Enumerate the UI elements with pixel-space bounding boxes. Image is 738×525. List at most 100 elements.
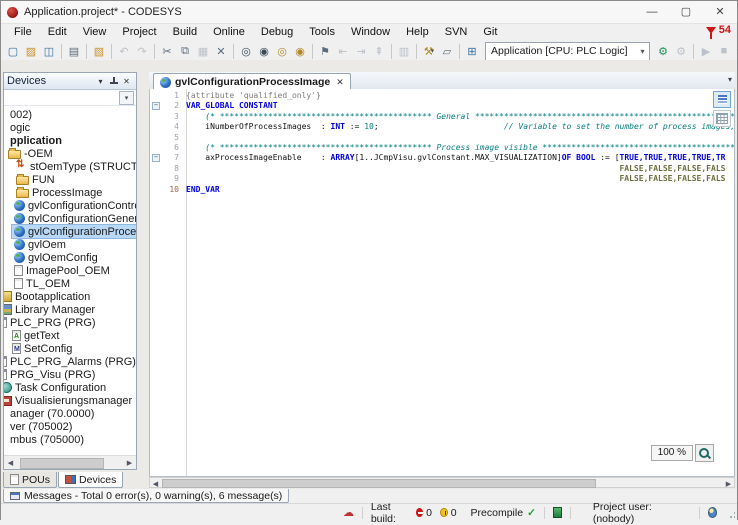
menu-window[interactable]: Window (343, 24, 398, 40)
chevron-down-icon[interactable]: ▾ (431, 47, 435, 55)
menu-file[interactable]: File (6, 24, 40, 40)
menu-view[interactable]: View (75, 24, 115, 40)
tree-item[interactable]: FUN (4, 173, 136, 186)
tree-item[interactable]: TL_OEM (4, 277, 136, 290)
scroll-left-arrow[interactable]: ◀ (5, 457, 16, 468)
copy-icon[interactable]: ⧉ (176, 42, 194, 60)
code-line[interactable]: 10END_VAR (150, 185, 734, 195)
textual-view-button[interactable] (713, 91, 731, 108)
notification-funnel-icon[interactable] (706, 27, 716, 34)
language-globe-icon[interactable] (708, 507, 717, 518)
open-file-icon[interactable]: ▨ (22, 42, 40, 60)
code-line[interactable]: −2VAR_GLOBAL CONSTANT (150, 101, 734, 111)
scroll-right-arrow[interactable]: ▶ (124, 457, 135, 468)
fold-marker-icon[interactable]: − (152, 154, 160, 162)
code-line[interactable]: 5 (150, 133, 734, 143)
notification-count[interactable]: 54 (719, 24, 731, 36)
cloud-icon[interactable]: ☁ (343, 506, 354, 519)
build-icon[interactable]: ⚒▾ (420, 42, 438, 60)
application-selector[interactable]: Application [CPU: PLC Logic]▾ (485, 42, 650, 61)
menu-debug[interactable]: Debug (253, 24, 301, 40)
tree-item[interactable]: MSetConfig (4, 342, 136, 355)
print-icon[interactable]: ▤ (65, 42, 83, 60)
zoom-level[interactable]: 100 % (651, 445, 693, 461)
find-icon[interactable]: ◎ (237, 42, 255, 60)
tree-item[interactable]: ver (705002) (4, 420, 136, 433)
tree-item[interactable]: gvlOem (4, 238, 136, 251)
scrollbar-thumb[interactable] (162, 479, 596, 488)
tree-item[interactable]: PLC_PRG (PRG) (4, 316, 136, 329)
panel-pin-icon[interactable] (107, 75, 120, 88)
tree-item[interactable]: ProcessImage (4, 186, 136, 199)
project-user-label[interactable]: Project user: (nobody) (593, 501, 677, 525)
editor-tab[interactable]: gvlConfigurationProcessImage ✕ (153, 73, 351, 90)
find-in-project-icon[interactable]: ◎ (273, 42, 291, 60)
tab-pous[interactable]: POUs (3, 472, 57, 488)
insert-device-icon[interactable]: ⊞ (463, 42, 481, 60)
tree-item[interactable]: gvlConfigurationProcessImage (4, 225, 136, 238)
menu-online[interactable]: Online (205, 24, 253, 40)
code-line[interactable]: 9 FALSE,FALSE,FALSE,FALS (150, 174, 734, 184)
declaration-editor[interactable]: 1{attribute 'qualified_only'}−2VAR_GLOBA… (149, 89, 735, 477)
code-line[interactable]: 6 (* ***********************************… (150, 143, 734, 153)
code-line[interactable]: 8 FALSE,FALSE,FALSE,FALS (150, 164, 734, 174)
panel-close-icon[interactable]: ✕ (120, 75, 133, 88)
code-line[interactable]: 4 iNumberOfProcessImages : INT := 10; //… (150, 122, 734, 132)
replace-in-project-icon[interactable]: ◉ (291, 42, 309, 60)
login-icon[interactable]: ⚙ (654, 42, 672, 60)
toggle-bookmark-icon[interactable]: ⚑ (316, 42, 334, 60)
resize-grip[interactable] (725, 507, 735, 519)
menu-build[interactable]: Build (165, 24, 205, 40)
close-button[interactable]: ✕ (703, 1, 737, 23)
tree-item[interactable]: PRG_Visu (PRG) (4, 368, 136, 381)
tree-item[interactable]: gvlConfigurationController (4, 199, 136, 212)
code-line[interactable]: 1{attribute 'qualified_only'} (150, 91, 734, 101)
delete-icon[interactable]: ✕ (212, 42, 230, 60)
zoom-button[interactable] (695, 444, 714, 462)
tree-item[interactable]: Bootapplication (4, 290, 136, 303)
tree-item[interactable]: mbus (705000) (4, 433, 136, 446)
save-icon[interactable]: ◫ (40, 42, 58, 60)
minimize-button[interactable]: — (635, 1, 669, 23)
code-line[interactable]: 3 (* ***********************************… (150, 112, 734, 122)
tab-list-dropdown-icon[interactable]: ▾ (728, 75, 732, 84)
online-user-icon[interactable] (553, 507, 562, 518)
new-object-icon[interactable]: ▱ (438, 42, 456, 60)
cut-icon[interactable]: ✂ (158, 42, 176, 60)
tree-item[interactable]: Task Configuration (4, 381, 136, 394)
scroll-right-arrow[interactable]: ▶ (723, 478, 734, 489)
code-line[interactable]: −7 axProcessImageEnable : ARRAY[1..JCmpV… (150, 153, 734, 163)
tree-item[interactable]: anager (70.0000) (4, 407, 136, 420)
menu-edit[interactable]: Edit (40, 24, 75, 40)
menu-git[interactable]: Git (475, 24, 505, 40)
editor-tab-label[interactable]: gvlConfigurationProcessImage (175, 76, 330, 88)
menu-help[interactable]: Help (398, 24, 437, 40)
replace-icon[interactable]: ◉ (255, 42, 273, 60)
maximize-button[interactable]: ▢ (669, 1, 703, 23)
tree-item[interactable]: gvlOemConfig (4, 251, 136, 264)
messages-panel-tab[interactable]: Messages - Total 0 error(s), 0 warning(s… (3, 489, 289, 503)
project-archive-icon[interactable]: ▧ (90, 42, 108, 60)
tree-item[interactable]: pplication (4, 134, 136, 147)
devices-hscrollbar[interactable]: ◀ ▶ (4, 455, 136, 469)
new-file-icon[interactable]: ▢ (4, 42, 22, 60)
chevron-down-icon[interactable]: ▾ (636, 47, 649, 56)
scrollbar-thumb[interactable] (20, 458, 104, 469)
debug-settings-icon[interactable]: ⚒ (733, 42, 738, 60)
tabular-view-button[interactable] (713, 110, 731, 127)
tree-item[interactable]: AgetText (4, 329, 136, 342)
menu-project[interactable]: Project (114, 24, 164, 40)
tree-item[interactable]: stOemType (STRUCT) (4, 160, 136, 173)
devices-toolbar-dropdown[interactable]: ▾ (119, 91, 134, 105)
tab-devices[interactable]: Devices (58, 472, 123, 488)
tree-item[interactable]: 002) (4, 108, 136, 121)
editor-hscrollbar[interactable]: ◀ ▶ (149, 477, 735, 488)
tree-item[interactable]: PLC_PRG_Alarms (PRG) (4, 355, 136, 368)
menu-svn[interactable]: SVN (437, 24, 476, 40)
fold-marker-icon[interactable]: − (152, 102, 160, 110)
tree-item[interactable]: gvlConfigurationGenerator (4, 212, 136, 225)
tree-item[interactable]: Visualisierungsmanager (4, 394, 136, 407)
tree-item[interactable]: ogic (4, 121, 136, 134)
tree-item[interactable]: Library Manager (4, 303, 136, 316)
notification-area[interactable]: 54 (706, 24, 731, 36)
